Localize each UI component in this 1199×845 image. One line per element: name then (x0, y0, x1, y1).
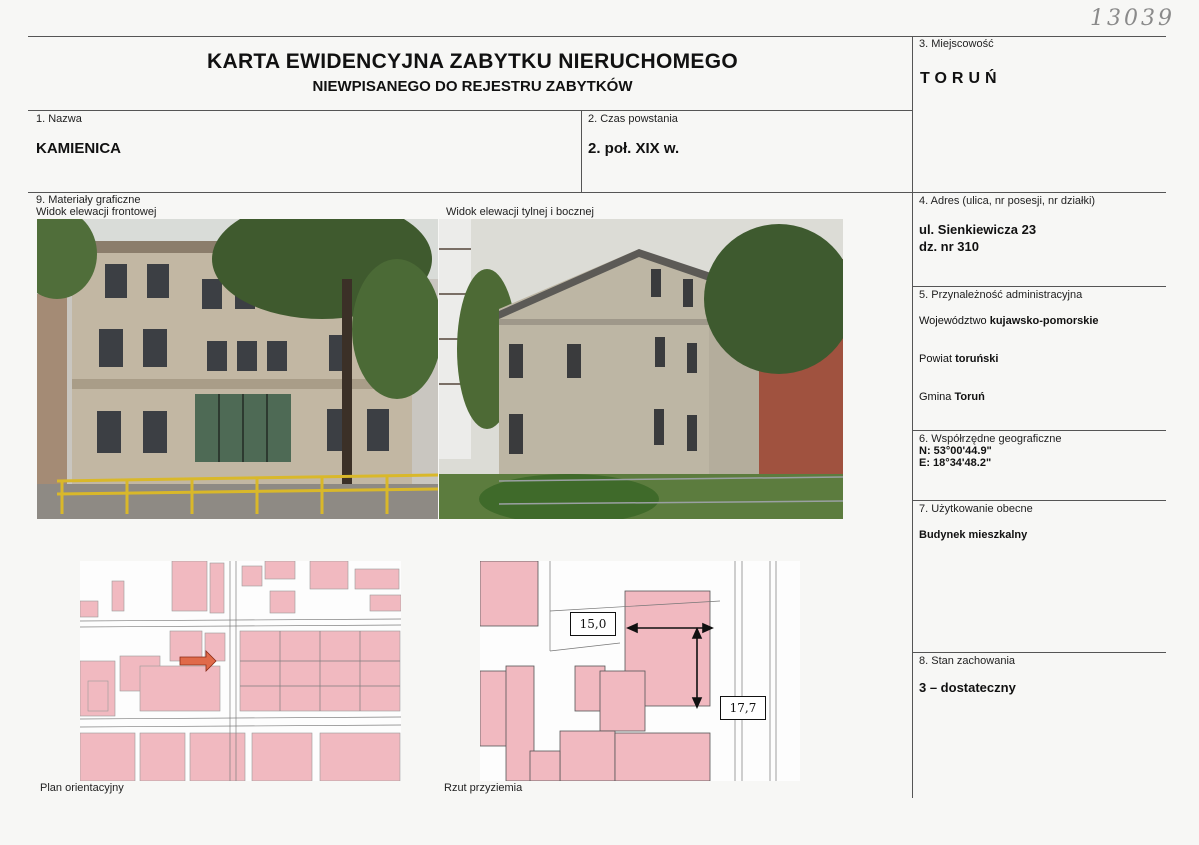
depth-measurement: 17,7 (720, 696, 766, 720)
right-column-divider (912, 36, 913, 798)
address-divider (912, 286, 1166, 287)
header-divider (28, 110, 912, 111)
date-value: 2. poł. XIX w. (588, 140, 680, 157)
name-value: KAMIENICA (36, 140, 121, 157)
address-street: ul. Sienkiewicza 23 (919, 222, 1037, 237)
name-date-divider (581, 110, 582, 192)
rear-elevation-caption: Widok elewacji tylnej i bocznej (446, 206, 594, 218)
county-value: toruński (955, 353, 999, 365)
voivodeship-value: kujawsko-pomorskie (989, 315, 1099, 327)
ground-floor-plan (480, 561, 800, 781)
name-row-divider (28, 192, 1166, 193)
address-parcel: dz. nr 310 (919, 239, 979, 254)
usage-divider (912, 652, 1166, 653)
locality-value: TORUŃ (920, 70, 1002, 87)
commune-value: Toruń (954, 391, 985, 403)
orientation-plan-caption: Plan orientacyjny (40, 782, 124, 794)
voivodeship-line: Województwo kujawsko-pomorskie (919, 315, 1099, 327)
date-label: 2. Czas powstania (588, 113, 678, 125)
coordinates-label: 6. Współrzędne geograficzne (919, 433, 1062, 445)
coords-divider (912, 500, 1166, 501)
front-elevation-caption: Widok elewacji frontowej (36, 206, 157, 218)
condition-label: 8. Stan zachowania (919, 655, 1016, 667)
usage-value: Budynek mieszkalny (919, 529, 1028, 541)
floor-plan-caption: Rzut przyziemia (444, 782, 523, 794)
commune-line: Gmina Toruń (919, 391, 985, 403)
width-measurement: 15,0 (570, 612, 616, 636)
county-line: Powiat toruński (919, 353, 999, 365)
graphics-label: 9. Materiały graficzne (36, 194, 141, 206)
longitude-value: E: 18°34'48.2" (919, 457, 992, 469)
card-subtitle: NIEWPISANEGO DO REJESTRU ZABYTKÓW (312, 78, 633, 95)
front-elevation-photo (37, 219, 438, 519)
usage-label: 7. Użytkowanie obecne (919, 503, 1033, 515)
rear-elevation-photo (439, 219, 843, 519)
admin-label: 5. Przynależność administracyjna (919, 289, 1083, 301)
orientation-map (80, 561, 401, 781)
latitude-value: N: 53°00'44.9" (919, 445, 992, 457)
condition-value: 3 – dostateczny (919, 680, 1016, 695)
name-label: 1. Nazwa (36, 113, 82, 125)
handwritten-inventory-number: 13039 (1090, 6, 1175, 31)
admin-divider (912, 430, 1166, 431)
address-label: 4. Adres (ulica, nr posesji, nr działki) (919, 195, 1096, 207)
card-title: KARTA EWIDENCYJNA ZABYTKU NIERUCHOMEGO (207, 50, 738, 73)
top-border (28, 36, 1166, 37)
locality-label: 3. Miejscowość (919, 38, 994, 50)
